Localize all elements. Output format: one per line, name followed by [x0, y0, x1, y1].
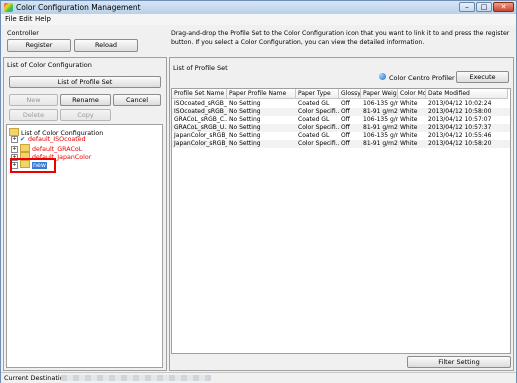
- rename-button[interactable]: Rename: [60, 94, 111, 106]
- table-cell: No Setting: [229, 100, 261, 107]
- menu-help[interactable]: Help: [35, 15, 51, 23]
- table-cell: White: [400, 108, 418, 115]
- tree-item-label: default_ISOcoated: [28, 136, 86, 143]
- table-cell: No Setting: [229, 124, 261, 131]
- folder-icon: [20, 144, 30, 152]
- table-cell: White: [400, 132, 418, 139]
- tree-root[interactable]: List of Color Configuration: [9, 128, 103, 137]
- table-cell: 2013/04/12 10:02:24: [428, 100, 492, 107]
- table-cell: Coated GL: [298, 132, 330, 139]
- cancel-button[interactable]: Cancel: [113, 94, 161, 106]
- table-cell: GRACoL_sRGB_C...: [174, 116, 227, 123]
- table-cell: No Setting: [229, 132, 261, 139]
- main-window: Color Configuration Management – □ ✕ Fil…: [0, 0, 517, 383]
- table-cell: 81-91 g/m2: [363, 124, 398, 131]
- table-cell: No Setting: [229, 108, 261, 115]
- table-cell: 106-135 g/m...: [363, 116, 398, 123]
- table-cell: Color Specifi...: [298, 124, 339, 131]
- column-header[interactable]: Color Mode: [398, 89, 426, 99]
- table-cell: Off: [341, 108, 350, 115]
- table-cell: ISOcoated_sRGB_...: [174, 100, 227, 107]
- table-cell: 81-91 g/m2: [363, 140, 398, 147]
- table-cell: 106-135 g/m...: [363, 100, 398, 107]
- table-row[interactable]: JapanColor_sRGB_...No Setting Coated GL Of…: [172, 132, 510, 140]
- table-row[interactable]: GRACoL_sRGB_U... No Setting Color Specifi.…: [172, 124, 510, 132]
- profiler-label: Color Centro Profiler :: [389, 74, 459, 82]
- table-cell: No Setting: [229, 116, 261, 123]
- tree-item-isocoated[interactable]: + ✔ default_ISOcoated: [11, 136, 86, 144]
- profiler-icon: [379, 73, 386, 80]
- table-cell: GRACoL_sRGB_U...: [174, 124, 227, 131]
- table-cell: Coated GL: [298, 116, 330, 123]
- table-cell: ISOcoated_sRGB_...: [174, 108, 227, 115]
- list-of-profile-set-button[interactable]: List of Profile Set: [9, 76, 161, 88]
- table-cell: JapanColor_sRGB_...: [174, 140, 227, 147]
- table-row[interactable]: JapanColor_sRGB_...No Setting Color Speci…: [172, 140, 510, 148]
- table-cell: Coated GL: [298, 100, 330, 107]
- configuration-tree[interactable]: List of Color Configuration + ✔ default_IS…: [6, 124, 163, 368]
- folder-icon: [9, 128, 19, 136]
- table-cell: Off: [341, 132, 350, 139]
- column-header[interactable]: Date Modified: [426, 89, 508, 99]
- check-icon: ✔: [20, 136, 26, 143]
- status-bar: Current Destination: [1, 372, 516, 383]
- table-cell: 106-135 g/m...: [363, 132, 398, 139]
- table-cell: Off: [341, 124, 350, 131]
- column-header[interactable]: Paper Profile Name: [227, 89, 296, 99]
- right-panel-title: List of Profile Set: [173, 64, 228, 72]
- table-cell: 2013/04/12 10:57:07: [428, 116, 492, 123]
- delete-button[interactable]: Delete: [9, 109, 58, 121]
- table-cell: Color Specifi...: [298, 108, 339, 115]
- table-cell: Off: [341, 140, 350, 147]
- table-row[interactable]: GRACoL_sRGB_C... No Setting Coated GL Off 10…: [172, 116, 510, 124]
- table-cell: JapanColor_sRGB_...: [174, 132, 227, 139]
- minimize-button[interactable]: –: [459, 2, 475, 12]
- maximize-button[interactable]: □: [476, 2, 492, 12]
- table-cell: White: [400, 124, 418, 131]
- table-cell: No Setting: [229, 140, 261, 147]
- menu-edit[interactable]: Edit: [19, 15, 33, 23]
- reload-button[interactable]: Reload: [74, 39, 138, 52]
- table-cell: 2013/04/12 10:57:37: [428, 124, 492, 131]
- profile-set-table: Profile Set Name Paper Profile Name Paper …: [171, 88, 511, 354]
- column-header[interactable]: Paper Type: [296, 89, 339, 99]
- close-button[interactable]: ✕: [493, 2, 514, 12]
- column-header[interactable]: Paper Weight: [361, 89, 398, 99]
- table-cell: White: [400, 140, 418, 147]
- copy-button[interactable]: Copy: [60, 109, 111, 121]
- title-bar: Color Configuration Management – □ ✕: [1, 1, 516, 15]
- table-cell: Off: [341, 116, 350, 123]
- execute-button[interactable]: Execute: [456, 71, 509, 83]
- left-panel-title: List of Color Configuration: [7, 61, 92, 69]
- app-icon: [4, 3, 13, 12]
- table-row[interactable]: ISOcoated_sRGB_... No Setting Coated GL Off…: [172, 100, 510, 108]
- current-destination-label: Current Destination: [4, 374, 68, 382]
- table-cell: 81-91 g/m2: [363, 108, 398, 115]
- window-title: Color Configuration Management: [16, 3, 141, 12]
- table-cell: 2013/04/12 10:55:46: [428, 132, 492, 139]
- table-cell: White: [400, 116, 418, 123]
- controller-label: Controller: [7, 29, 39, 37]
- menu-file[interactable]: File: [5, 15, 17, 23]
- expand-icon[interactable]: +: [11, 136, 18, 143]
- destination-value-blurred: [61, 375, 211, 381]
- column-header[interactable]: Profile Set Name: [172, 89, 227, 99]
- instructions-text: Drag-and-drop the Profile Set to the Col…: [171, 30, 510, 46]
- menu-bar: File Edit Help: [1, 14, 516, 25]
- column-header[interactable]: Glossy: [339, 89, 361, 99]
- filter-setting-button[interactable]: Filter Setting: [407, 356, 511, 368]
- register-button[interactable]: Register: [7, 39, 71, 52]
- new-button[interactable]: New: [9, 94, 58, 106]
- table-row[interactable]: ISOcoated_sRGB_... No Setting Color Specif…: [172, 108, 510, 116]
- table-cell: Color Specifi...: [298, 140, 339, 147]
- tree-item-gracol[interactable]: + default_GRACoL: [11, 144, 82, 153]
- highlight-box: [10, 158, 56, 173]
- table-cell: 2013/04/12 10:58:20: [428, 140, 492, 147]
- table-cell: Off: [341, 100, 350, 107]
- table-cell: 2013/04/12 10:58:00: [428, 108, 492, 115]
- table-cell: White: [400, 100, 418, 107]
